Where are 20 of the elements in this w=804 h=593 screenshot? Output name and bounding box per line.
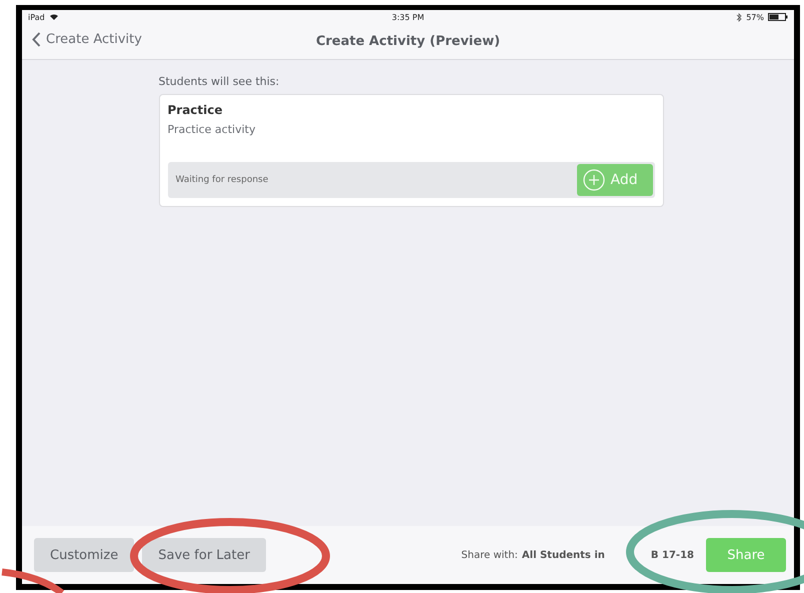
wifi-icon bbox=[48, 13, 59, 21]
activity-description: Practice activity bbox=[168, 123, 256, 136]
device-name: iPad bbox=[28, 12, 45, 22]
toolbar-button[interactable]: Save for Later bbox=[142, 538, 266, 572]
share-with-target: B 17-18 bbox=[650, 550, 694, 560]
bluetooth-icon bbox=[736, 12, 742, 22]
clock: 3:35 PM bbox=[392, 12, 424, 22]
annotation-arc bbox=[2, 568, 64, 593]
chevron-left-icon bbox=[32, 32, 41, 47]
share-with-target: All Students in bbox=[522, 550, 605, 560]
screen-title: Create Activity (Preview) bbox=[316, 34, 500, 49]
preview-label: Students will see this: bbox=[158, 75, 280, 88]
share-with-label: Share with: bbox=[461, 550, 518, 560]
back-button[interactable]: Create Activity bbox=[32, 32, 142, 47]
plus-circle-icon bbox=[582, 169, 604, 191]
activity-title: Practice bbox=[168, 103, 224, 117]
battery-icon bbox=[768, 13, 788, 21]
toolbar-button[interactable]: Customize bbox=[34, 538, 134, 572]
battery-percent: 57% bbox=[746, 12, 764, 22]
response-status: Waiting for response bbox=[176, 175, 268, 185]
